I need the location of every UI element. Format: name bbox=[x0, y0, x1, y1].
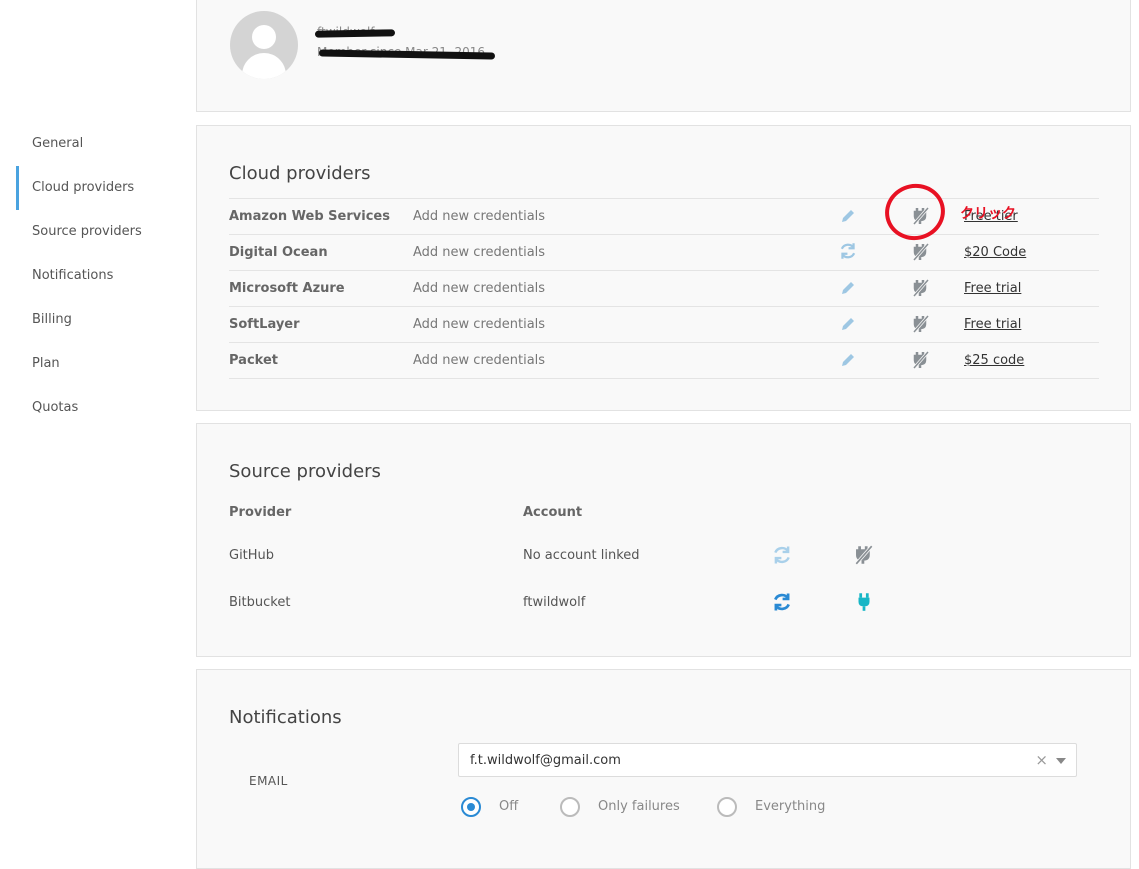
pencil-icon[interactable] bbox=[839, 351, 857, 369]
table-row: Digital Ocean Add new credentials $20 Co… bbox=[229, 235, 1099, 271]
sidebar-item-quotas[interactable]: Quotas bbox=[0, 386, 180, 430]
account-name: ftwildwolf bbox=[523, 595, 586, 610]
radio-circle bbox=[717, 797, 737, 817]
column-header-account: Account bbox=[523, 505, 583, 520]
unplugged-icon[interactable] bbox=[853, 544, 875, 566]
sidebar-item-label: Cloud providers bbox=[32, 180, 135, 195]
sidebar-item-plan[interactable]: Plan bbox=[0, 342, 180, 386]
sidebar-item-label: Billing bbox=[32, 312, 72, 327]
sync-icon[interactable] bbox=[771, 544, 793, 566]
promo-link[interactable]: $20 Code bbox=[964, 245, 1026, 260]
sidebar-item-source-providers[interactable]: Source providers bbox=[0, 210, 180, 254]
sidebar-item-label: Quotas bbox=[32, 400, 79, 415]
pencil-icon[interactable] bbox=[839, 279, 857, 297]
sidebar-item-label: Source providers bbox=[32, 224, 142, 239]
redaction-mark bbox=[314, 29, 396, 38]
notifications-panel: Notifications EMAIL f.t.wildwolf@gmail.c… bbox=[196, 669, 1131, 869]
provider-name: Digital Ocean bbox=[229, 245, 328, 260]
table-row: Bitbucket ftwildwolf bbox=[229, 589, 1099, 619]
add-credentials-link[interactable]: Add new credentials bbox=[413, 317, 545, 332]
section-title: Cloud providers bbox=[229, 163, 371, 184]
plug-connected-icon[interactable] bbox=[853, 591, 875, 613]
sidebar-item-label: General bbox=[32, 136, 84, 151]
unplugged-icon[interactable] bbox=[911, 242, 931, 262]
profile-panel: ftwildwolf Member since Mar 21, 2016 bbox=[196, 0, 1131, 112]
sync-icon[interactable] bbox=[771, 591, 793, 613]
table-row: SoftLayer Add new credentials Free trial bbox=[229, 307, 1099, 343]
table-row: Packet Add new credentials $25 code bbox=[229, 343, 1099, 379]
source-providers-panel: Source providers Provider Account GitHub… bbox=[196, 423, 1131, 657]
sidebar-item-general[interactable]: General bbox=[0, 122, 180, 166]
provider-name: Microsoft Azure bbox=[229, 281, 345, 296]
provider-name: Amazon Web Services bbox=[229, 209, 390, 224]
sync-icon[interactable] bbox=[838, 241, 858, 261]
annotation-text: クリック bbox=[960, 206, 1016, 222]
promo-link[interactable]: Free trial bbox=[964, 317, 1021, 332]
radio-circle bbox=[560, 797, 580, 817]
account-name: No account linked bbox=[523, 548, 640, 563]
cloud-providers-table: Amazon Web Services Add new credentials … bbox=[229, 198, 1099, 379]
provider-name: SoftLayer bbox=[229, 317, 300, 332]
email-label: EMAIL bbox=[249, 774, 288, 788]
promo-link[interactable]: $25 code bbox=[964, 353, 1024, 368]
table-row: GitHub No account linked bbox=[229, 542, 1099, 572]
table-row: Microsoft Azure Add new credentials Free… bbox=[229, 271, 1099, 307]
settings-sidebar: General Cloud providers Source providers… bbox=[0, 122, 180, 430]
sidebar-item-notifications[interactable]: Notifications bbox=[0, 254, 180, 298]
section-title: Source providers bbox=[229, 461, 381, 482]
provider-name: Packet bbox=[229, 353, 278, 368]
email-select-value: f.t.wildwolf@gmail.com bbox=[470, 753, 621, 768]
sidebar-item-label: Plan bbox=[32, 356, 60, 371]
column-header-provider: Provider bbox=[229, 505, 292, 520]
add-credentials-link[interactable]: Add new credentials bbox=[413, 281, 545, 296]
radio-circle bbox=[461, 797, 481, 817]
unplugged-icon[interactable] bbox=[911, 314, 931, 334]
avatar bbox=[230, 11, 298, 79]
email-select[interactable]: f.t.wildwolf@gmail.com × bbox=[458, 743, 1077, 777]
add-credentials-link[interactable]: Add new credentials bbox=[413, 353, 545, 368]
unplugged-icon[interactable] bbox=[911, 350, 931, 370]
cloud-providers-panel: Cloud providers Amazon Web Services Add … bbox=[196, 125, 1131, 411]
pencil-icon[interactable] bbox=[839, 315, 857, 333]
sidebar-item-billing[interactable]: Billing bbox=[0, 298, 180, 342]
promo-link[interactable]: Free trial bbox=[964, 281, 1021, 296]
radio-label: Off bbox=[499, 799, 519, 814]
chevron-down-icon[interactable] bbox=[1056, 758, 1066, 764]
add-credentials-link[interactable]: Add new credentials bbox=[413, 209, 545, 224]
pencil-icon[interactable] bbox=[839, 207, 857, 225]
provider-name: Bitbucket bbox=[229, 595, 291, 610]
sidebar-item-cloud-providers[interactable]: Cloud providers bbox=[0, 166, 180, 210]
section-title: Notifications bbox=[229, 707, 342, 728]
clear-icon[interactable]: × bbox=[1035, 751, 1048, 769]
radio-label: Only failures bbox=[598, 799, 680, 814]
radio-label: Everything bbox=[755, 799, 826, 814]
unplugged-icon[interactable] bbox=[911, 278, 931, 298]
sidebar-item-label: Notifications bbox=[32, 268, 114, 283]
provider-name: GitHub bbox=[229, 548, 275, 563]
add-credentials-link[interactable]: Add new credentials bbox=[413, 245, 545, 260]
